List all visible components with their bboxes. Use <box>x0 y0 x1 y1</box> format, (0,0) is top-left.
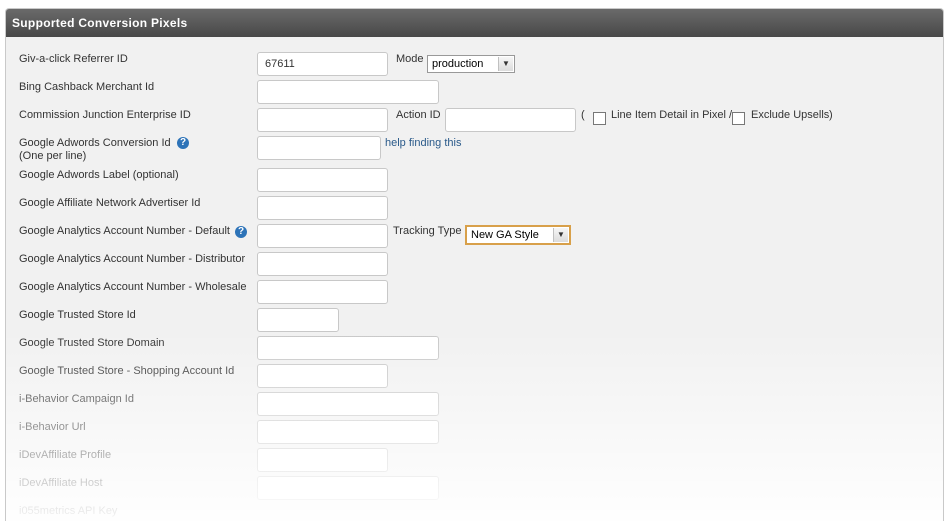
chevron-down-icon: ▼ <box>498 57 513 71</box>
mode-select[interactable]: production ▼ <box>427 55 515 73</box>
ibehavior-url-input[interactable] <box>257 420 439 444</box>
affiliate-network-label: Google Affiliate Network Advertiser Id <box>19 197 201 209</box>
idev-profile-label: iDevAffiliate Profile <box>19 449 112 461</box>
bing-input[interactable] <box>257 80 439 104</box>
ga-default-label: Google Analytics Account Number - Defaul… <box>19 225 230 237</box>
action-id-input[interactable] <box>445 108 576 132</box>
close-paren: ) <box>829 109 833 121</box>
question-circle-icon[interactable]: ? <box>235 226 247 238</box>
question-circle-icon[interactable]: ? <box>177 137 189 149</box>
exclude-upsells-label: Exclude Upsells <box>751 109 830 121</box>
open-paren: ( <box>581 109 585 121</box>
trusted-store-domain-input[interactable] <box>257 336 439 360</box>
adwords-conversion-textarea[interactable] <box>257 136 381 160</box>
tracking-type-label: Tracking Type <box>393 225 462 237</box>
cj-label: Commission Junction Enterprise ID <box>19 109 191 121</box>
cj-enterprise-input[interactable] <box>257 108 388 132</box>
trusted-store-shopping-input[interactable] <box>257 364 388 388</box>
giv-a-click-input[interactable]: 67611 <box>257 52 388 76</box>
idev-host-label: iDevAffiliate Host <box>19 477 103 489</box>
idev-profile-input[interactable] <box>257 448 388 472</box>
ga-distributor-label: Google Analytics Account Number - Distri… <box>19 253 246 265</box>
trusted-store-id-input[interactable] <box>257 308 339 332</box>
ibehavior-url-label: i-Behavior Url <box>19 421 86 433</box>
bing-label: Bing Cashback Merchant Id <box>19 81 155 93</box>
ibehavior-campaign-input[interactable] <box>257 392 439 416</box>
trusted-store-shopping-label: Google Trusted Store - Shopping Account … <box>19 365 235 377</box>
adwords-conversion-sublabel: (One per line) <box>19 150 87 162</box>
tracking-type-value: New GA Style <box>471 229 539 241</box>
panel-title: Supported Conversion Pixels <box>6 9 943 37</box>
affiliate-network-input[interactable] <box>257 196 388 220</box>
mode-select-value: production <box>432 58 484 70</box>
last-row-label: i055metrics API Key <box>19 505 118 517</box>
line-item-checkbox[interactable] <box>593 112 606 125</box>
ga-wholesale-label: Google Analytics Account Number - Wholes… <box>19 281 247 293</box>
trusted-store-domain-label: Google Trusted Store Domain <box>19 337 165 349</box>
ga-distributor-input[interactable] <box>257 252 388 276</box>
trusted-store-id-label: Google Trusted Store Id <box>19 309 136 321</box>
mode-label: Mode <box>396 53 424 65</box>
tracking-type-select[interactable]: New GA Style ▼ <box>465 225 571 245</box>
conversion-pixels-panel: Supported Conversion Pixels Giv-a-click … <box>5 8 944 521</box>
adwords-label-input[interactable] <box>257 168 388 192</box>
exclude-upsells-checkbox[interactable] <box>732 112 745 125</box>
ga-default-input[interactable] <box>257 224 388 248</box>
adwords-label-label: Google Adwords Label (optional) <box>19 169 179 181</box>
ga-wholesale-input[interactable] <box>257 280 388 304</box>
chevron-down-icon: ▼ <box>553 228 568 242</box>
idev-host-input[interactable] <box>257 476 439 500</box>
bottom-fade-overlay <box>6 331 943 521</box>
action-id-label: Action ID <box>396 109 441 121</box>
adwords-conversion-label: Google Adwords Conversion Id <box>19 137 171 149</box>
help-finding-link[interactable]: help finding this <box>385 137 461 149</box>
line-item-label: Line Item Detail in Pixel / <box>611 109 733 121</box>
ibehavior-campaign-label: i-Behavior Campaign Id <box>19 393 134 405</box>
giv-a-click-label: Giv-a-click Referrer ID <box>19 53 128 65</box>
